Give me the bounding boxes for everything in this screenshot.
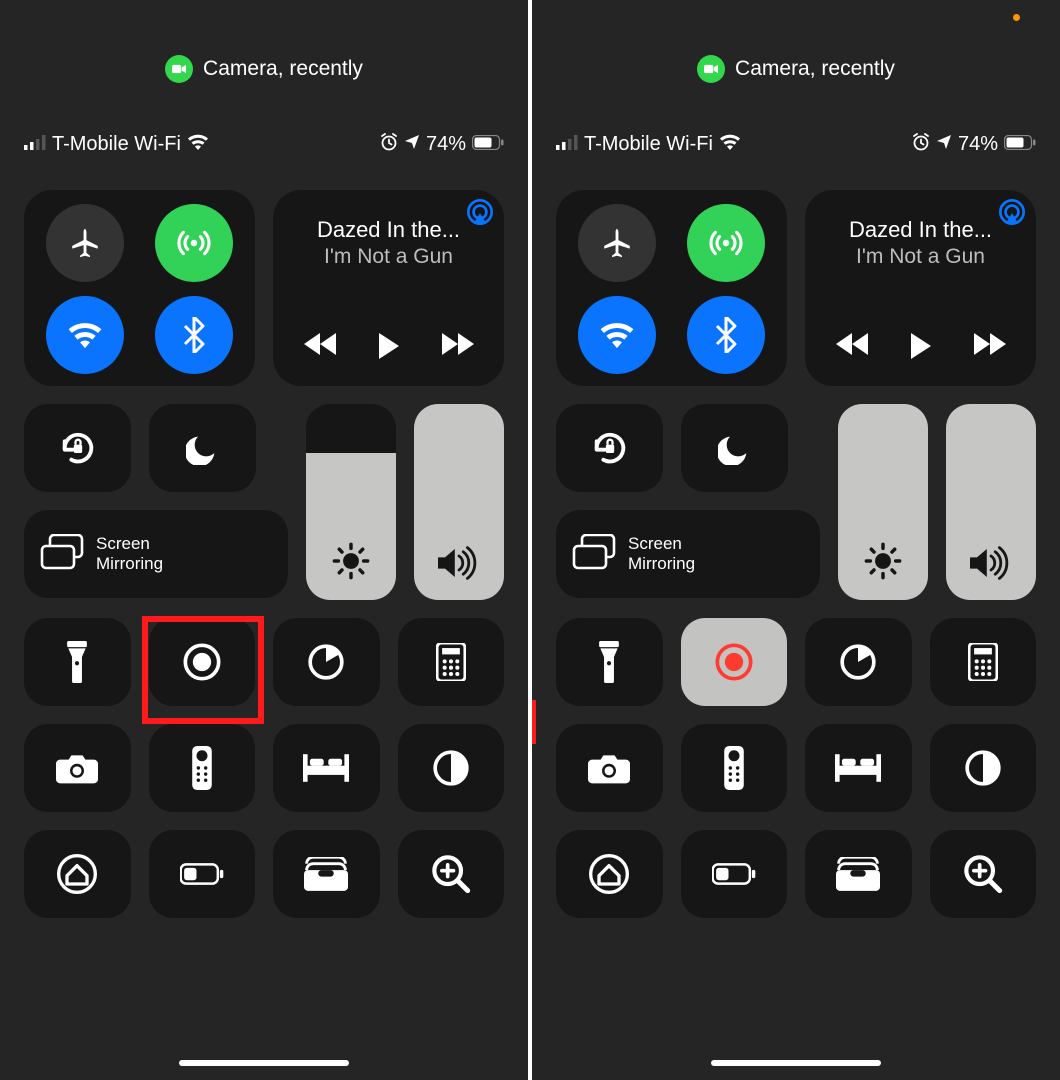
camera-dot-icon — [165, 55, 193, 83]
volume-slider[interactable] — [946, 404, 1036, 600]
privacy-label: Camera, recently — [203, 57, 363, 81]
bluetooth-button[interactable] — [687, 296, 765, 374]
play-button[interactable] — [378, 333, 400, 364]
battery-percent: 74% — [426, 133, 466, 156]
timer-button[interactable] — [273, 618, 380, 706]
connectivity-tile[interactable] — [556, 190, 787, 386]
bluetooth-button[interactable] — [155, 296, 233, 374]
camera-button[interactable] — [556, 724, 663, 812]
now-playing-tile[interactable]: Dazed In the... I'm Not a Gun — [273, 190, 504, 386]
sleep-button[interactable] — [273, 724, 380, 812]
privacy-label: Camera, recently — [735, 57, 895, 81]
now-playing-tile[interactable]: Dazed In the... I'm Not a Gun — [805, 190, 1036, 386]
cellular-data-button[interactable] — [155, 204, 233, 282]
phone-right: Camera, recently T-Mobile Wi-Fi 74% — [528, 0, 1060, 1080]
home-indicator[interactable] — [179, 1060, 349, 1066]
low-power-mode-button[interactable] — [681, 830, 788, 918]
apple-tv-remote-button[interactable] — [681, 724, 788, 812]
wifi-button[interactable] — [578, 296, 656, 374]
volume-icon — [414, 546, 504, 580]
cellular-signal-icon — [556, 135, 578, 155]
volume-slider[interactable] — [414, 404, 504, 600]
airplane-mode-button[interactable] — [578, 204, 656, 282]
status-bar: T-Mobile Wi-Fi 74% — [556, 133, 1036, 156]
camera-button[interactable] — [24, 724, 131, 812]
location-icon — [936, 134, 952, 155]
wifi-button[interactable] — [46, 296, 124, 374]
battery-percent: 74% — [958, 133, 998, 156]
timer-button[interactable] — [805, 618, 912, 706]
privacy-indicator[interactable]: Camera, recently — [0, 55, 528, 83]
brightness-icon — [306, 542, 396, 580]
screen-recording-button[interactable] — [681, 618, 788, 706]
battery-icon — [1004, 135, 1036, 155]
carrier-name: T-Mobile Wi-Fi — [584, 133, 713, 156]
battery-icon — [472, 135, 504, 155]
rewind-button[interactable] — [836, 333, 868, 364]
wifi-icon — [187, 134, 209, 155]
home-button[interactable] — [556, 830, 663, 918]
screen-mirroring-label: Screen Mirroring — [628, 534, 695, 573]
flashlight-button[interactable] — [556, 618, 663, 706]
edge-red-mark — [532, 700, 536, 744]
forward-button[interactable] — [974, 333, 1006, 364]
camera-dot-icon — [697, 55, 725, 83]
alarm-icon — [912, 133, 930, 156]
media-title: Dazed In the... — [273, 217, 504, 243]
screen-mirroring-icon — [40, 534, 84, 575]
magnifier-button[interactable] — [930, 830, 1037, 918]
calculator-button[interactable] — [930, 618, 1037, 706]
brightness-slider[interactable] — [306, 404, 396, 600]
alarm-icon — [380, 133, 398, 156]
wallet-button[interactable] — [273, 830, 380, 918]
home-button[interactable] — [24, 830, 131, 918]
calculator-button[interactable] — [398, 618, 505, 706]
orientation-lock-button[interactable] — [24, 404, 131, 492]
rewind-button[interactable] — [304, 333, 336, 364]
screen-mirroring-icon — [572, 534, 616, 575]
phone-left: Camera, recently T-Mobile Wi-Fi 74% — [0, 0, 528, 1080]
forward-button[interactable] — [442, 333, 474, 364]
privacy-indicator[interactable]: Camera, recently — [532, 55, 1060, 83]
dark-mode-button[interactable] — [398, 724, 505, 812]
screen-mirroring-button[interactable]: Screen Mirroring — [556, 510, 820, 598]
do-not-disturb-button[interactable] — [681, 404, 788, 492]
orientation-lock-button[interactable] — [556, 404, 663, 492]
home-indicator[interactable] — [711, 1060, 881, 1066]
screen-mirroring-label: Screen Mirroring — [96, 534, 163, 573]
volume-icon — [946, 546, 1036, 580]
do-not-disturb-button[interactable] — [149, 404, 256, 492]
magnifier-button[interactable] — [398, 830, 505, 918]
cellular-data-button[interactable] — [687, 204, 765, 282]
airplane-mode-button[interactable] — [46, 204, 124, 282]
dark-mode-button[interactable] — [930, 724, 1037, 812]
media-artist: I'm Not a Gun — [805, 245, 1036, 269]
brightness-icon — [838, 542, 928, 580]
status-bar: T-Mobile Wi-Fi 74% — [24, 133, 504, 156]
location-icon — [404, 134, 420, 155]
wallet-button[interactable] — [805, 830, 912, 918]
screen-mirroring-button[interactable]: Screen Mirroring — [24, 510, 288, 598]
apple-tv-remote-button[interactable] — [149, 724, 256, 812]
low-power-mode-button[interactable] — [149, 830, 256, 918]
carrier-name: T-Mobile Wi-Fi — [52, 133, 181, 156]
brightness-slider[interactable] — [838, 404, 928, 600]
cellular-signal-icon — [24, 135, 46, 155]
connectivity-tile[interactable] — [24, 190, 255, 386]
screen-recording-button[interactable] — [149, 618, 256, 706]
play-button[interactable] — [910, 333, 932, 364]
flashlight-button[interactable] — [24, 618, 131, 706]
wifi-icon — [719, 134, 741, 155]
media-title: Dazed In the... — [805, 217, 1036, 243]
mic-indicator-dot — [1013, 14, 1020, 21]
sleep-button[interactable] — [805, 724, 912, 812]
media-artist: I'm Not a Gun — [273, 245, 504, 269]
